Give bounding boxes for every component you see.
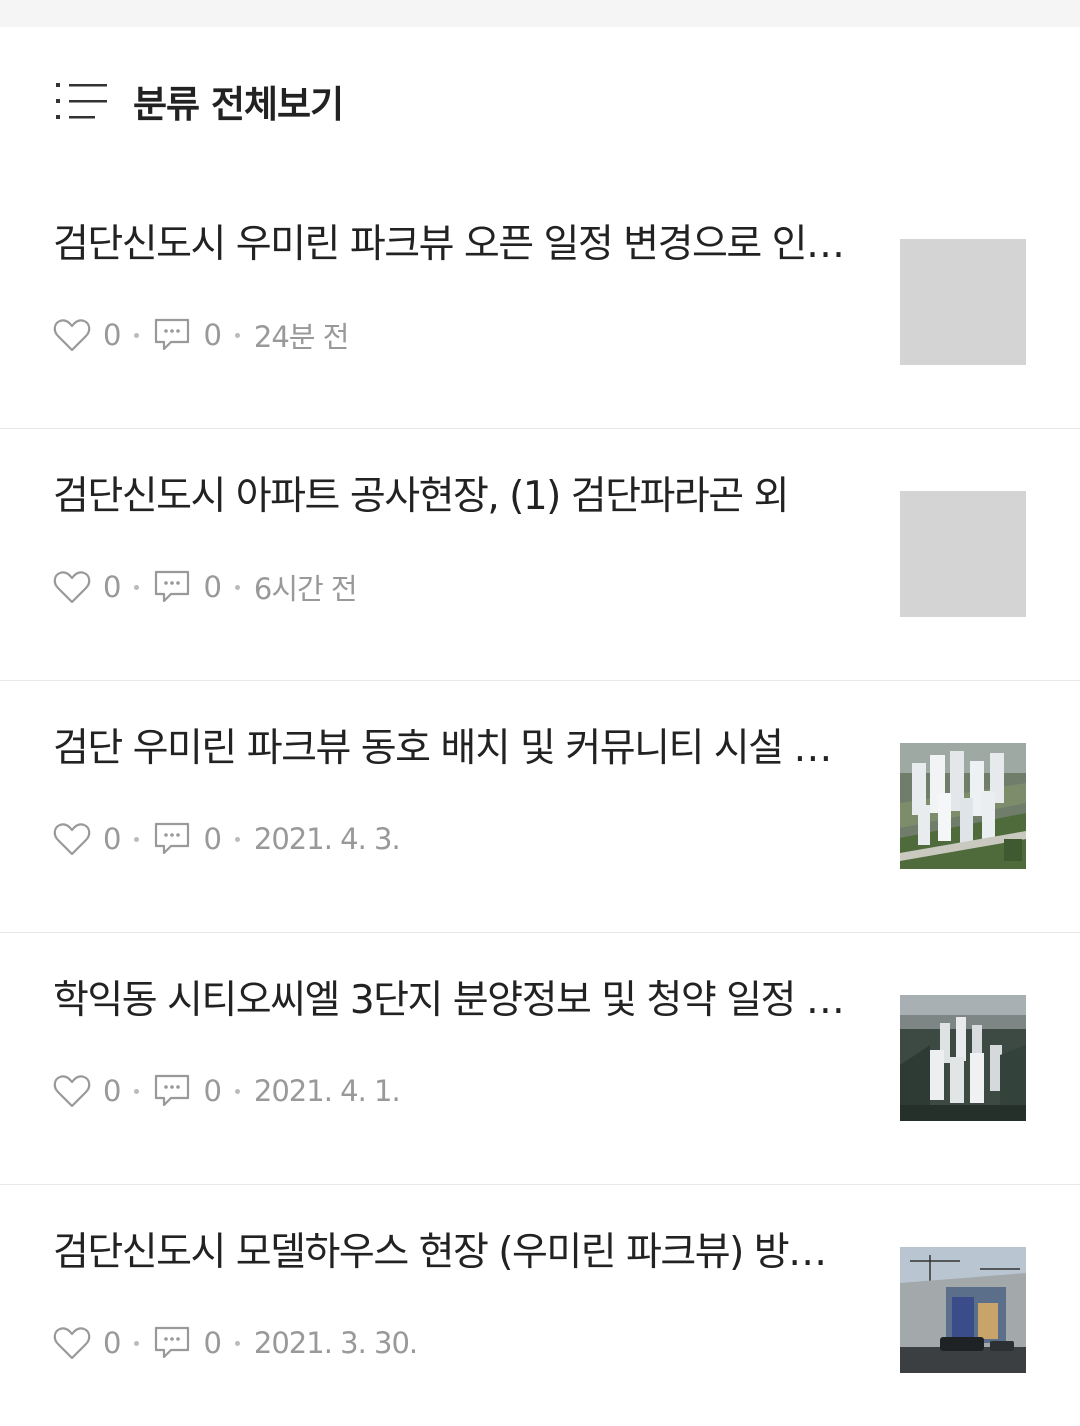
post-thumbnail-apartment-render[interactable] [900,743,1026,869]
post-list-item[interactable]: 검단신도시 우미린 파크뷰 오픈 일정 변경으로 인한 안내 0 0 24분 전 [0,177,1080,429]
post-meta: 0 0 6시간 전 [53,567,358,607]
post-date: 2021. 4. 1. [253,1074,401,1108]
comment-icon[interactable] [153,1325,191,1361]
post-date: 24분 전 [253,320,349,354]
post-list: 검단신도시 우미린 파크뷰 오픈 일정 변경으로 인한 안내 0 0 24분 전… [0,177,1080,1426]
heart-icon[interactable] [53,1325,91,1361]
meta-separator [234,584,240,590]
comment-count: 0 [203,1326,221,1360]
post-thumbnail-city-render[interactable] [900,995,1026,1121]
meta-separator [234,332,240,338]
post-title[interactable]: 검단신도시 모델하우스 현장 (우미린 파크뷰) 방문 후기 [53,1223,859,1283]
post-title[interactable]: 검단신도시 우미린 파크뷰 오픈 일정 변경으로 인한 안내 [53,215,859,275]
like-count: 0 [103,318,121,352]
post-list-item[interactable]: 검단신도시 모델하우스 현장 (우미린 파크뷰) 방문 후기 0 0 2021.… [0,1185,1080,1426]
post-title[interactable]: 검단 우미린 파크뷰 동호 배치 및 커뮤니티 시설 정보 [53,719,859,779]
comment-icon[interactable] [153,1073,191,1109]
post-meta: 0 0 2021. 4. 3. [53,819,401,859]
post-thumbnail[interactable] [900,239,1026,365]
post-list-item[interactable]: 검단신도시 아파트 공사현장, (1) 검단파라곤 외 0 0 6시간 전 [0,429,1080,681]
meta-separator [134,1088,140,1094]
post-date: 6시간 전 [253,572,358,606]
comment-count: 0 [203,570,221,604]
post-date: 2021. 3. 30. [253,1326,418,1360]
post-title[interactable]: 검단신도시 아파트 공사현장, (1) 검단파라곤 외 [53,467,859,527]
meta-separator [134,584,140,590]
heart-icon[interactable] [53,569,91,605]
post-meta: 0 0 2021. 4. 1. [53,1071,401,1111]
comment-count: 0 [203,822,221,856]
list-menu-icon [53,80,111,122]
meta-separator [234,1088,240,1094]
like-count: 0 [103,570,121,604]
like-count: 0 [103,822,121,856]
comment-icon[interactable] [153,569,191,605]
meta-separator [234,836,240,842]
meta-separator [134,836,140,842]
comment-icon[interactable] [153,317,191,353]
post-thumbnail[interactable] [900,491,1026,617]
heart-icon[interactable] [53,317,91,353]
post-list-item[interactable]: 검단 우미린 파크뷰 동호 배치 및 커뮤니티 시설 정보 0 0 2021. … [0,681,1080,933]
heart-icon[interactable] [53,821,91,857]
post-thumbnail-model-house[interactable] [900,1247,1026,1373]
comment-icon[interactable] [153,821,191,857]
heart-icon[interactable] [53,1073,91,1109]
comment-count: 0 [203,1074,221,1108]
comment-count: 0 [203,318,221,352]
meta-separator [134,332,140,338]
post-title[interactable]: 학익동 시티오씨엘 3단지 분양정보 및 청약 일정 안내 [53,971,859,1031]
like-count: 0 [103,1326,121,1360]
post-meta: 0 0 24분 전 [53,315,349,355]
post-meta: 0 0 2021. 3. 30. [53,1323,418,1363]
meta-separator [134,1340,140,1346]
category-all-label: 분류 전체보기 [133,83,344,126]
category-all-button[interactable]: 분류 전체보기 [0,27,1080,177]
top-spacer [0,0,1080,27]
post-list-item[interactable]: 학익동 시티오씨엘 3단지 분양정보 및 청약 일정 안내 0 0 2021. … [0,933,1080,1185]
meta-separator [234,1340,240,1346]
post-date: 2021. 4. 3. [253,822,401,856]
like-count: 0 [103,1074,121,1108]
